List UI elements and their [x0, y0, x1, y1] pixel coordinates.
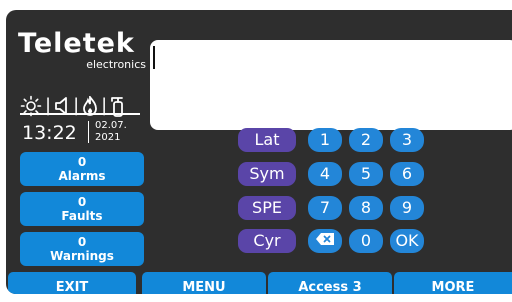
key-4[interactable]: 4 — [308, 162, 342, 186]
divider-line — [20, 113, 140, 115]
faults-button[interactable]: 0 Faults — [20, 192, 144, 226]
key-6[interactable]: 6 — [390, 162, 424, 186]
warnings-label: Warnings — [50, 249, 114, 263]
warnings-button[interactable]: 0 Warnings — [20, 232, 144, 266]
date-year: 2021 — [95, 132, 121, 143]
brand-subtitle: electronics — [86, 58, 146, 71]
brand-name: Teletek — [18, 28, 135, 59]
text-entry-display[interactable] — [150, 40, 512, 130]
clock-time: 13:22 — [22, 122, 77, 144]
key-sym[interactable]: Sym — [238, 162, 296, 186]
key-3[interactable]: 3 — [390, 128, 424, 152]
ok-button[interactable]: OK — [390, 229, 424, 253]
alarms-count: 0 — [77, 155, 87, 169]
key-cyr[interactable]: Cyr — [238, 229, 296, 253]
date-day-month: 02.07. — [95, 120, 127, 131]
alarms-label: Alarms — [58, 169, 106, 183]
more-button[interactable]: MORE — [394, 272, 512, 294]
clock-date: 02.07. 2021 — [95, 120, 127, 144]
key-9[interactable]: 9 — [390, 196, 424, 220]
key-5[interactable]: 5 — [349, 162, 383, 186]
key-2[interactable]: 2 — [349, 128, 383, 152]
access-level-button[interactable]: Access 3 — [268, 272, 392, 294]
key-7[interactable]: 7 — [308, 196, 342, 220]
warnings-count: 0 — [77, 235, 87, 249]
key-1[interactable]: 1 — [308, 128, 342, 152]
date-separator — [88, 121, 89, 143]
control-panel-screen: Teletek electronics | | | 13:22 02.07. 2… — [6, 10, 512, 294]
key-spe[interactable]: SPE — [238, 196, 296, 220]
menu-button[interactable]: MENU — [142, 272, 266, 294]
backspace-button[interactable] — [308, 229, 342, 253]
backspace-icon — [315, 229, 335, 253]
faults-count: 0 — [77, 195, 87, 209]
faults-label: Faults — [61, 209, 103, 223]
text-cursor — [153, 46, 155, 69]
key-lat[interactable]: Lat — [238, 128, 296, 152]
key-8[interactable]: 8 — [349, 196, 383, 220]
alarms-button[interactable]: 0 Alarms — [20, 152, 144, 186]
key-0[interactable]: 0 — [349, 229, 383, 253]
exit-button[interactable]: EXIT — [8, 272, 136, 294]
teletek-logo: Teletek electronics — [18, 28, 148, 72]
